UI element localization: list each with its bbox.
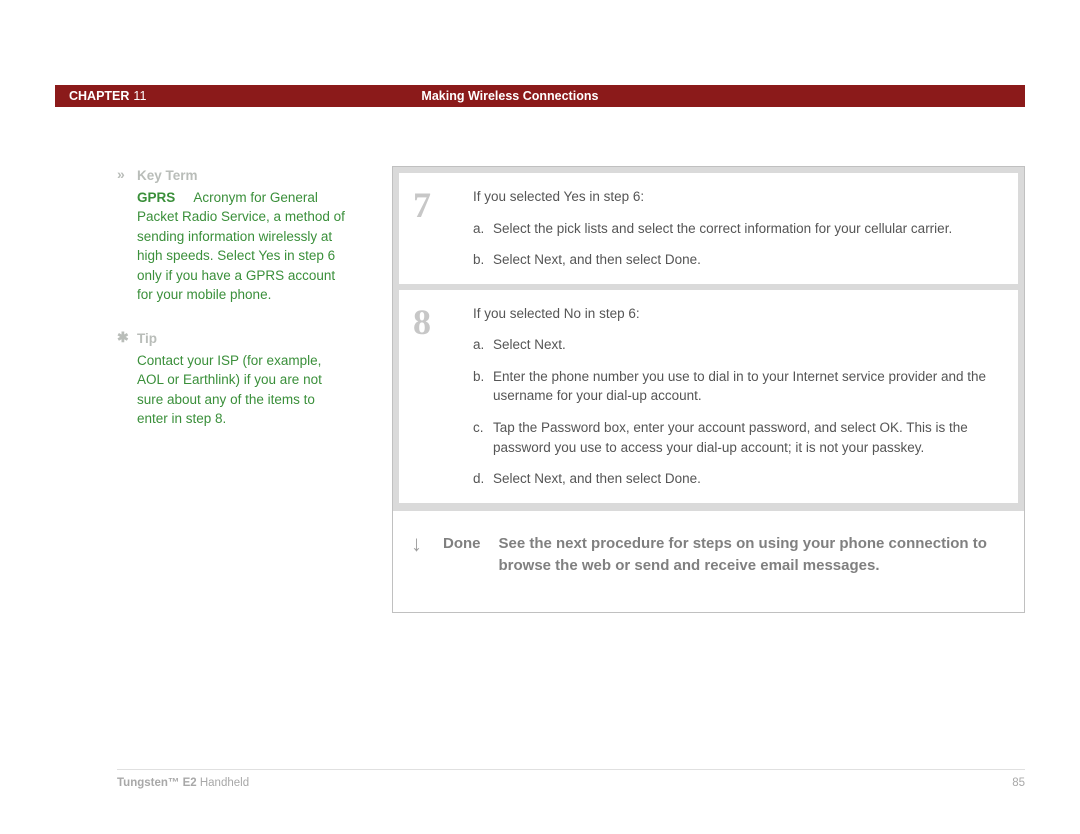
sidebar: » Key Term GPRS Acronym for General Pack… <box>117 166 347 613</box>
done-row: ↓ Done See the next procedure for steps … <box>393 511 1024 612</box>
keyterm-text: Acronym for General Packet Radio Service… <box>137 190 345 303</box>
list-item: a. Select Next. <box>473 335 1000 355</box>
down-arrow-icon: ↓ <box>411 533 443 555</box>
chapter-title: Making Wireless Connections <box>421 89 598 103</box>
tip-label: Tip <box>137 329 347 349</box>
chapter-label: CHAPTER <box>69 89 129 103</box>
list-item: c. Tap the Password box, enter your acco… <box>473 418 1000 457</box>
list-item: b. Select Next, and then select Done. <box>473 250 1000 270</box>
list-item: d. Select Next, and then select Done. <box>473 469 1000 489</box>
keyterm-term: GPRS <box>137 190 175 205</box>
page-number: 85 <box>1012 777 1025 789</box>
step-7: 7 If you selected Yes in step 6: a. Sele… <box>399 173 1018 284</box>
main-content: 7 If you selected Yes in step 6: a. Sele… <box>392 166 1025 613</box>
page-footer: Tungsten™ E2 Handheld 85 <box>117 769 1025 789</box>
list-item: a. Select the pick lists and select the … <box>473 219 1000 239</box>
tip-block: ✱ Tip Contact your ISP (for example, AOL… <box>117 329 347 429</box>
chapter-header: CHAPTER 11 Making Wireless Connections <box>55 85 1025 107</box>
list-item: b. Enter the phone number you use to dia… <box>473 367 1000 406</box>
step-intro: If you selected Yes in step 6: <box>473 187 1000 207</box>
keyterm-icon: » <box>117 166 137 305</box>
step-number: 7 <box>413 187 473 270</box>
product-name: Tungsten™ E2 Handheld <box>117 777 249 789</box>
tip-text: Contact your ISP (for example, AOL or Ea… <box>137 353 322 427</box>
chapter-number: 11 <box>133 89 146 103</box>
keyterm-block: » Key Term GPRS Acronym for General Pack… <box>117 166 347 305</box>
done-label: Done <box>443 533 481 556</box>
step-number: 8 <box>413 304 473 489</box>
keyterm-label: Key Term <box>137 166 347 186</box>
tip-icon: ✱ <box>117 329 137 429</box>
step-intro: If you selected No in step 6: <box>473 304 1000 324</box>
step-8: 8 If you selected No in step 6: a. Selec… <box>399 290 1018 503</box>
done-text: See the next procedure for steps on usin… <box>499 533 1007 578</box>
steps-container: 7 If you selected Yes in step 6: a. Sele… <box>393 167 1024 511</box>
